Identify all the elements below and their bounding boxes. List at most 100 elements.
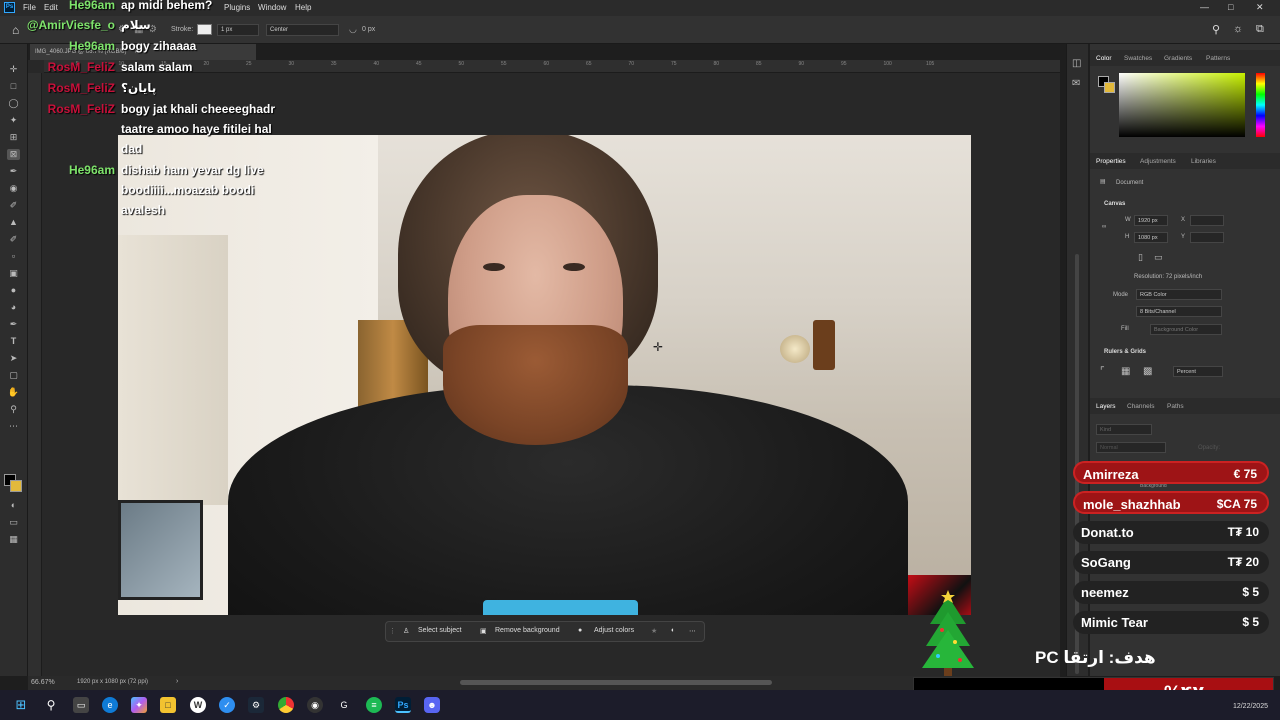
history-panel-icon[interactable]: ◫ — [1072, 58, 1081, 69]
adjust-colors-button[interactable]: Adjust colors — [594, 627, 634, 634]
background-color-swatch[interactable] — [10, 480, 22, 492]
fill-dropdown[interactable]: Background Color — [1150, 324, 1222, 335]
edit-toolbar-icon[interactable]: ▦ — [7, 534, 20, 545]
windows-start-icon[interactable]: ⊞ — [13, 697, 29, 713]
portrait-orientation-icon[interactable]: ▯ — [1138, 252, 1143, 263]
taskbar-search-icon[interactable]: ⚲ — [43, 697, 59, 713]
zoom-tool-icon[interactable]: ⚲ — [7, 404, 20, 415]
tab-properties[interactable]: Properties — [1096, 158, 1126, 165]
drag-handle-icon[interactable]: ⋮ — [389, 627, 396, 635]
stamp-tool-icon[interactable]: ▲ — [7, 217, 20, 228]
menu-edit[interactable]: Edit — [44, 3, 58, 12]
magic-wand-tool-icon[interactable]: ✦ — [7, 115, 20, 126]
align-dropdown[interactable]: Center — [266, 24, 339, 36]
hue-slider[interactable] — [1256, 73, 1265, 137]
width-field[interactable]: 1920 px — [1134, 215, 1168, 226]
type-tool-icon[interactable]: T — [7, 336, 20, 347]
landscape-orientation-icon[interactable]: ▭ — [1154, 252, 1163, 263]
home-icon[interactable]: ⌂ — [12, 23, 19, 37]
x-field[interactable] — [1190, 215, 1224, 226]
tab-swatches[interactable]: Swatches — [1124, 55, 1152, 62]
dodge-tool-icon[interactable]: ◕ — [7, 302, 20, 313]
chevron-right-icon[interactable]: › — [176, 678, 178, 685]
history-brush-tool-icon[interactable]: ✐ — [7, 234, 20, 245]
horizontal-scrollbar[interactable] — [460, 680, 772, 685]
rulers-grids-title[interactable]: Rulers & Grids — [1104, 349, 1146, 355]
screen-mode-icon[interactable]: ▭ — [7, 517, 20, 528]
tab-layers[interactable]: Layers — [1096, 403, 1116, 410]
spotify-icon[interactable]: ≡ — [366, 697, 382, 713]
steam-icon[interactable]: ⚙ — [248, 697, 264, 713]
y-field[interactable] — [1190, 232, 1224, 243]
comments-panel-icon[interactable]: ✉ — [1072, 78, 1080, 89]
search-icon[interactable]: ⚲ — [1212, 23, 1220, 36]
move-tool-icon[interactable]: ✛ — [7, 64, 20, 75]
lasso-tool-icon[interactable]: ◯ — [7, 98, 20, 109]
blur-tool-icon[interactable]: ● — [7, 285, 20, 296]
wordpad-icon[interactable]: W — [190, 697, 206, 713]
lightbulb-icon[interactable]: ☼ — [1233, 23, 1243, 35]
units-dropdown[interactable]: Percent — [1173, 366, 1223, 377]
hand-tool-icon[interactable]: ✋ — [7, 387, 20, 398]
task-view-icon[interactable]: ▭ — [73, 697, 89, 713]
guides-toggle-icon[interactable]: ▩ — [1143, 366, 1152, 377]
minimize-icon[interactable]: — — [1200, 2, 1209, 12]
grid-toggle-icon[interactable]: ▦ — [1121, 366, 1130, 377]
discord-icon[interactable]: ☻ — [424, 697, 440, 713]
copilot-icon[interactable]: ✦ — [131, 697, 147, 713]
healing-brush-tool-icon[interactable]: ◉ — [7, 183, 20, 194]
menu-help[interactable]: Help — [295, 3, 311, 12]
tab-color[interactable]: Color — [1096, 55, 1112, 62]
tab-patterns[interactable]: Patterns — [1206, 55, 1230, 62]
rectangle-tool-icon[interactable]: ▢ — [7, 370, 20, 381]
webcam-image-layer[interactable]: ✛ — [118, 135, 971, 615]
rulers-toggle-icon[interactable]: ⌜ — [1100, 366, 1105, 377]
maximize-icon[interactable]: □ — [1228, 2, 1233, 12]
frame-tool-icon[interactable]: ⊠ — [7, 149, 20, 160]
obs-icon[interactable]: ◉ — [307, 697, 323, 713]
file-explorer-icon[interactable]: □ — [160, 697, 176, 713]
zoom-level[interactable]: 66.67% — [31, 679, 55, 686]
chrome-icon[interactable] — [278, 697, 294, 713]
canvas-section-title[interactable]: Canvas — [1104, 201, 1125, 207]
checkmark-app-icon[interactable]: ✓ — [219, 697, 235, 713]
link-icon[interactable]: ∞ — [1102, 224, 1106, 230]
brush-tool-icon[interactable]: ✐ — [7, 200, 20, 211]
eraser-tool-icon[interactable]: ▫ — [7, 251, 20, 262]
color-picker-field[interactable] — [1119, 73, 1245, 137]
panel-background-swatch[interactable] — [1104, 82, 1115, 93]
menu-window[interactable]: Window — [258, 3, 286, 12]
corner-radius-value[interactable]: 0 px — [362, 26, 375, 33]
path-selection-tool-icon[interactable]: ➤ — [7, 353, 20, 364]
marquee-tool-icon[interactable]: □ — [7, 81, 20, 92]
pen-tool-icon[interactable]: ✒ — [7, 319, 20, 330]
tab-paths[interactable]: Paths — [1167, 403, 1184, 410]
generate-icon[interactable]: ★ — [651, 627, 657, 635]
mode-dropdown[interactable]: RGB Color — [1136, 289, 1222, 300]
g-hub-icon[interactable]: G — [336, 697, 352, 713]
layer-filter-field[interactable]: Kind — [1096, 424, 1152, 435]
close-icon[interactable]: ✕ — [1256, 2, 1264, 13]
crop-tool-icon[interactable]: ⊞ — [7, 132, 20, 143]
remove-background-button[interactable]: Remove background — [495, 627, 560, 634]
more-options-icon[interactable]: ⋯ — [689, 627, 696, 635]
photoshop-taskbar-icon[interactable]: Ps — [395, 697, 411, 713]
menu-file[interactable]: File — [23, 3, 36, 12]
menu-plugins[interactable]: Plugins — [224, 3, 250, 12]
eyedropper-tool-icon[interactable]: ✒ — [7, 166, 20, 177]
tab-gradients[interactable]: Gradients — [1164, 55, 1192, 62]
tab-channels[interactable]: Channels — [1127, 403, 1154, 410]
select-subject-button[interactable]: Select subject — [418, 627, 462, 634]
gradient-tool-icon[interactable]: ▣ — [7, 268, 20, 279]
tab-adjustments[interactable]: Adjustments — [1140, 158, 1176, 165]
height-field[interactable]: 1080 px — [1134, 232, 1168, 243]
more-tools-icon[interactable]: ⋯ — [7, 421, 20, 432]
edge-icon[interactable]: e — [102, 697, 118, 713]
quick-mask-icon[interactable]: ◐ — [7, 500, 20, 511]
tab-libraries[interactable]: Libraries — [1191, 158, 1216, 165]
stroke-color-swatch[interactable] — [197, 24, 212, 35]
adjustment-icon[interactable]: ◐ — [671, 627, 675, 634]
stroke-width-field[interactable]: 1 px — [217, 24, 259, 36]
blend-mode-dropdown[interactable]: Normal — [1096, 442, 1166, 453]
share-icon[interactable]: ⧉ — [1256, 23, 1264, 36]
